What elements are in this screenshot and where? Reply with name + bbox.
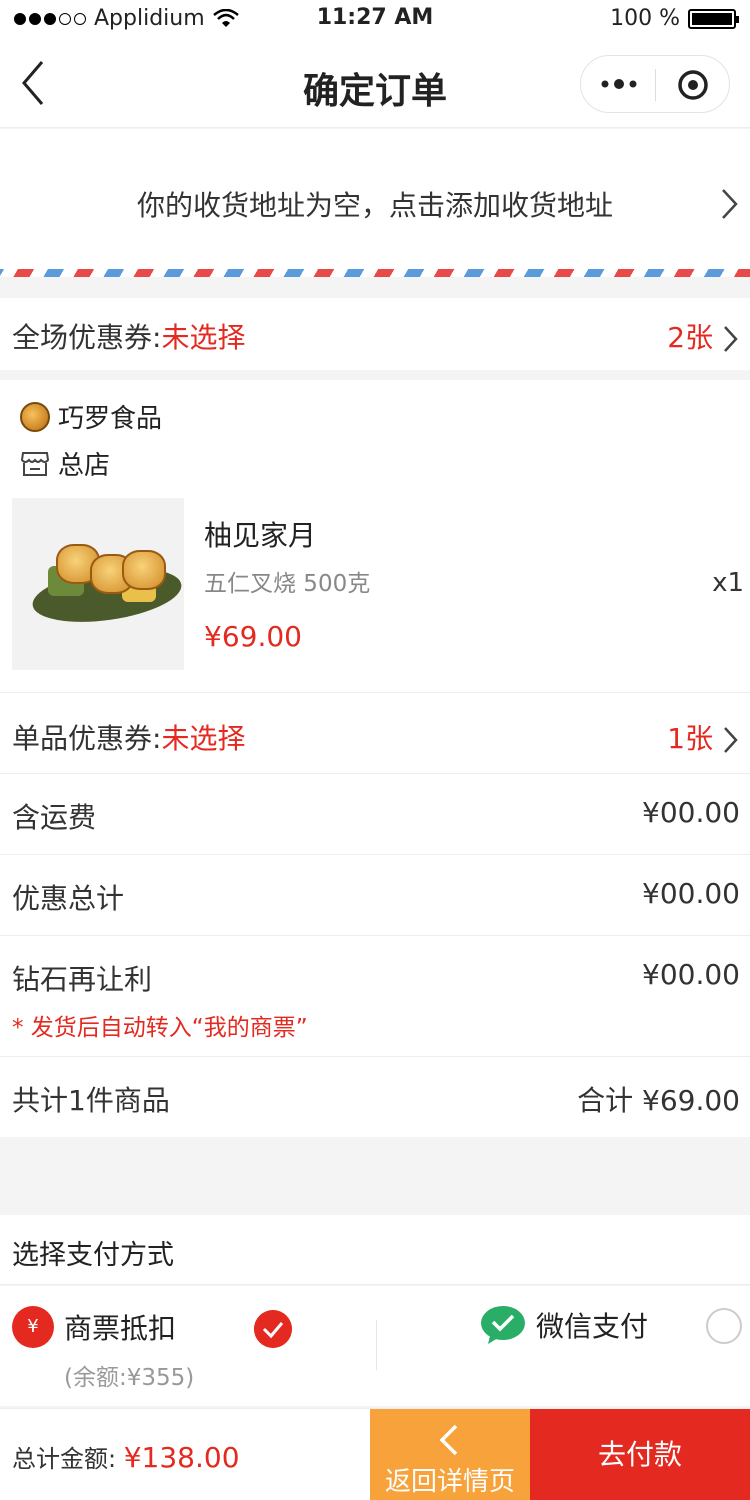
address-empty-text: 你的收货地址为空，点击添加收货地址 <box>136 189 613 222</box>
wechat-option-label: 微信支付 <box>536 1310 649 1343</box>
shop-name: 巧罗食品 <box>20 398 162 435</box>
shipping-fee-value: ¥00.00 <box>642 796 740 829</box>
back-button-label: 返回详情页 <box>384 1467 515 1497</box>
item-coupon-status: 未选择 <box>161 722 246 755</box>
order-summary-row: 共计1件商品 合计 ¥69.00 <box>0 1057 750 1137</box>
more-options-icon[interactable] <box>599 69 639 99</box>
status-bar: Applidium 11:27 AM 100 % <box>0 0 750 40</box>
global-coupon-status: 未选择 <box>161 321 246 354</box>
payment-option-ticket[interactable]: ¥ 商票抵扣 <box>12 1306 176 1348</box>
discount-total-label: 优惠总计 <box>12 882 125 915</box>
address-selector[interactable]: 你的收货地址为空，点击添加收货地址 <box>0 129 750 269</box>
wechat-icon <box>481 1306 525 1344</box>
item-coupon-label: 单品优惠券:未选择 <box>12 722 246 755</box>
shipping-fee-label: 含运费 <box>12 801 97 834</box>
discount-total-row: 优惠总计 ¥00.00 <box>0 855 750 936</box>
ticket-balance: (余额:¥355) <box>64 1365 195 1391</box>
grand-total: 总计金额: ¥138.00 <box>12 1439 240 1474</box>
status-right: 100 % <box>610 6 739 31</box>
grand-total-label: 总计金额: <box>12 1445 117 1473</box>
item-count-text: 共计1件商品 <box>12 1084 170 1117</box>
options-divider <box>376 1320 377 1370</box>
product-price: ¥69.00 <box>204 620 302 653</box>
item-coupon-row[interactable]: 单品优惠券:未选择 1张 <box>0 692 750 774</box>
chevron-right-icon <box>722 189 738 219</box>
branch-label: 总店 <box>58 451 111 481</box>
shop-name-label: 巧罗食品 <box>58 404 163 434</box>
battery-icon <box>688 8 739 29</box>
radio-unselected-icon[interactable] <box>706 1308 742 1344</box>
pay-button[interactable]: 去付款 <box>530 1409 750 1500</box>
close-miniprogram-icon[interactable] <box>677 69 709 101</box>
payment-option-wechat[interactable]: 微信支付 <box>480 1304 648 1346</box>
diamond-rebate-value: ¥00.00 <box>642 958 740 991</box>
chevron-right-icon <box>724 727 738 753</box>
rebate-note: * 发货后自动转入“我的商票” <box>12 1015 308 1041</box>
grand-total-amount: ¥138.00 <box>123 1441 240 1474</box>
global-coupon-row[interactable]: 全场优惠券:未选择 2张 <box>0 298 750 370</box>
checkmark-selected-icon[interactable] <box>254 1310 292 1348</box>
payment-heading: 选择支付方式 <box>12 1240 174 1271</box>
global-coupon-label: 全场优惠券:未选择 <box>12 321 246 354</box>
chevron-left-icon <box>439 1424 458 1456</box>
mini-program-capsule <box>580 55 730 113</box>
product-name: 柚见家月 <box>204 519 317 552</box>
store-card: 巧罗食品 总店 柚见家月 五仁叉烧 500克 ¥69.00 x1 <box>0 380 750 692</box>
store-icon <box>20 451 50 476</box>
item-coupon-count: 1张 <box>667 717 740 757</box>
chevron-right-icon <box>724 326 738 352</box>
subtotal-text: 合计 ¥69.00 <box>577 1084 740 1117</box>
product-image[interactable] <box>12 498 185 670</box>
branch-name: 总店 <box>20 445 110 482</box>
shop-logo-icon <box>20 401 50 432</box>
nav-bar: 确定订单 <box>0 40 750 128</box>
checkout-footer: 总计金额: ¥138.00 返回详情页 去付款 <box>0 1408 750 1500</box>
product-quantity: x1 <box>712 568 744 598</box>
ticket-option-label: 商票抵扣 <box>64 1312 177 1345</box>
capsule-divider <box>655 69 656 101</box>
payment-options: ¥ 商票抵扣 (余额:¥355) 微信支付 <box>0 1286 750 1406</box>
global-coupon-count: 2张 <box>667 316 740 356</box>
battery-percent: 100 % <box>610 6 680 31</box>
diamond-rebate-row: 钻石再让利 ¥00.00 * 发货后自动转入“我的商票” <box>0 936 750 1057</box>
payment-heading-row: 选择支付方式 <box>0 1215 750 1285</box>
airmail-stripe <box>0 269 750 277</box>
back-to-detail-button[interactable]: 返回详情页 <box>370 1409 530 1500</box>
product-spec: 五仁叉烧 500克 <box>204 571 371 597</box>
discount-total-value: ¥00.00 <box>642 877 740 910</box>
diamond-rebate-label: 钻石再让利 <box>12 963 153 996</box>
ticket-icon: ¥ <box>12 1306 54 1348</box>
shipping-fee-row: 含运费 ¥00.00 <box>0 774 750 855</box>
